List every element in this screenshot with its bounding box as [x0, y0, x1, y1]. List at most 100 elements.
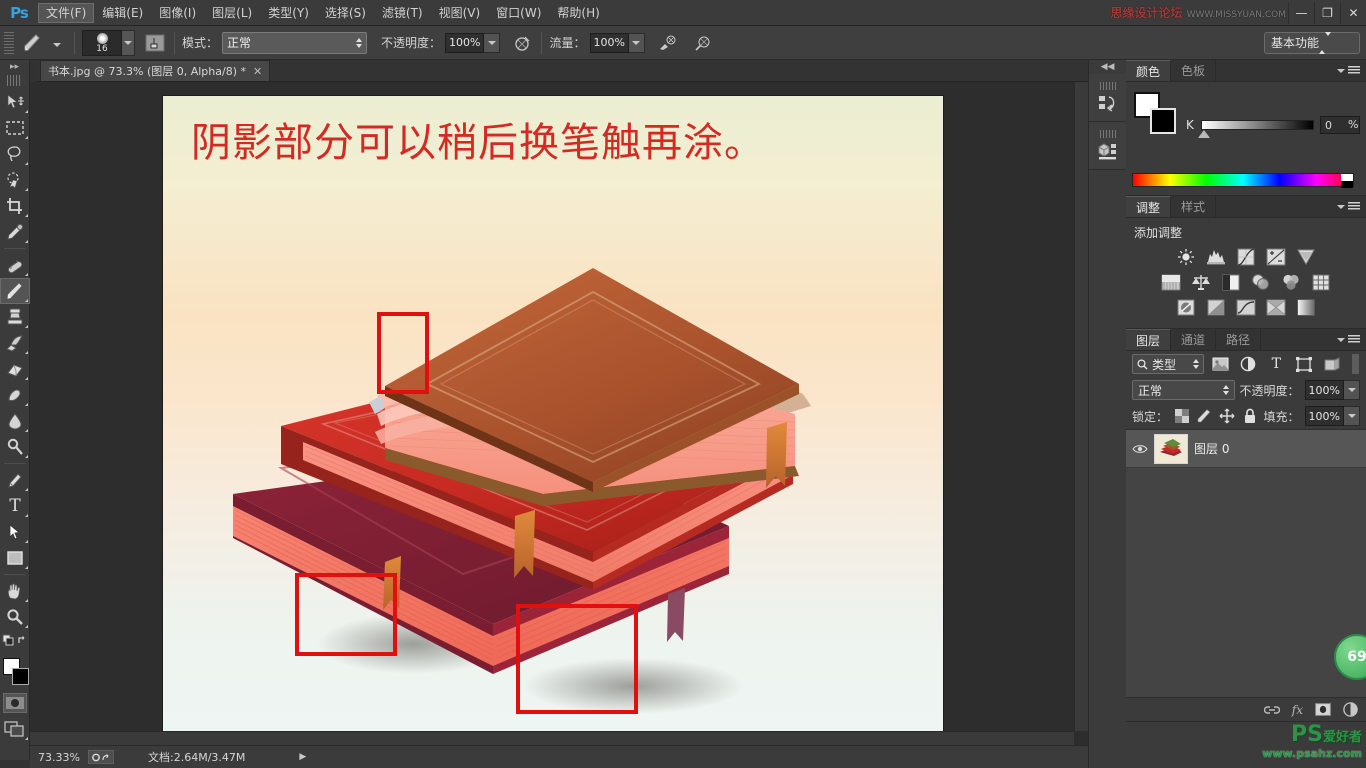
history-brush-tool[interactable]: [0, 330, 30, 356]
pixel-layer-filter-icon[interactable]: [1210, 354, 1232, 374]
status-expand-arrow-icon[interactable]: ▶: [299, 752, 306, 762]
pressure-size-icon[interactable]: [691, 31, 715, 55]
airbrush-icon[interactable]: [655, 31, 679, 55]
levels-icon[interactable]: [1205, 247, 1227, 267]
add-layer-mask-icon[interactable]: [1315, 703, 1331, 716]
smart-object-filter-icon[interactable]: [1321, 354, 1343, 374]
pressure-opacity-icon[interactable]: [510, 31, 534, 55]
horizontal-type-tool[interactable]: T: [0, 493, 30, 519]
canvas-area[interactable]: 阴影部分可以稍后换笔触再涂。: [30, 82, 1088, 745]
zoom-level[interactable]: 73.33%: [38, 751, 82, 764]
tab-styles[interactable]: 样式: [1171, 196, 1217, 217]
close-button[interactable]: ✕: [1340, 1, 1366, 24]
lock-transparent-pixels-icon[interactable]: [1173, 406, 1191, 426]
exposure-icon[interactable]: [1265, 247, 1287, 267]
color-spectrum-ramp[interactable]: [1132, 173, 1354, 188]
layer-fill-value[interactable]: 100%: [1304, 406, 1344, 426]
lasso-tool[interactable]: [0, 141, 30, 167]
crop-tool[interactable]: [0, 193, 30, 219]
canvas-horizontal-scrollbar[interactable]: [30, 731, 1074, 745]
path-selection-tool[interactable]: [0, 519, 30, 545]
document-tab[interactable]: 书本.jpg @ 73.3% (图层 0, Alpha/8) * ✕: [40, 60, 271, 81]
tab-color[interactable]: 颜色: [1126, 60, 1172, 81]
flow-control[interactable]: 100%: [589, 32, 645, 53]
eyedropper-tool[interactable]: [0, 219, 30, 245]
layers-list[interactable]: 图层 0: [1126, 429, 1366, 697]
options-bar-grip[interactable]: [4, 31, 14, 54]
selective-color-icon[interactable]: [1295, 297, 1317, 317]
rectangle-tool[interactable]: [0, 545, 30, 571]
restore-button[interactable]: ❐: [1314, 1, 1340, 24]
tools-grip[interactable]: [7, 75, 22, 86]
color-panel-menu-button[interactable]: [1337, 60, 1366, 81]
layer-opacity-dropdown[interactable]: [1344, 380, 1360, 400]
layers-panel-menu-button[interactable]: [1337, 329, 1366, 350]
pen-tool[interactable]: [0, 467, 30, 493]
posterize-icon[interactable]: [1205, 297, 1227, 317]
workspace-select[interactable]: 基本功能: [1264, 31, 1360, 54]
threshold-icon[interactable]: [1235, 297, 1257, 317]
tab-layers[interactable]: 图层: [1126, 329, 1172, 350]
lock-position-icon[interactable]: [1218, 406, 1236, 426]
layer-style-fx-icon[interactable]: fx: [1292, 703, 1303, 717]
tab-paths[interactable]: 路径: [1216, 329, 1262, 350]
opacity-control[interactable]: 100%: [445, 32, 501, 53]
hand-tool[interactable]: [0, 578, 30, 604]
layer-row[interactable]: 图层 0: [1126, 430, 1366, 468]
type-layer-filter-icon[interactable]: T: [1265, 354, 1287, 374]
brush-size-box[interactable]: 16: [82, 29, 122, 56]
screen-mode-icon[interactable]: [0, 716, 30, 742]
hue-saturation-icon[interactable]: [1160, 272, 1182, 292]
black-white-icon[interactable]: [1220, 272, 1242, 292]
clone-stamp-tool[interactable]: [0, 304, 30, 330]
expand-panels-button[interactable]: ◀◀: [1089, 60, 1126, 74]
image-canvas[interactable]: 阴影部分可以稍后换笔触再涂。: [163, 96, 943, 734]
lock-image-pixels-icon[interactable]: [1196, 406, 1214, 426]
menu-select[interactable]: 选择(S): [317, 3, 374, 23]
3d-panel-icon[interactable]: [1089, 122, 1127, 170]
quick-selection-tool[interactable]: [0, 167, 30, 193]
menu-edit[interactable]: 编辑(E): [94, 3, 151, 23]
layer-name[interactable]: 图层 0: [1194, 440, 1229, 457]
opacity-value[interactable]: 100%: [445, 32, 485, 53]
layer-thumbnail[interactable]: [1154, 433, 1188, 464]
color-swatches[interactable]: [0, 656, 30, 690]
flow-value[interactable]: 100%: [589, 32, 629, 53]
curves-icon[interactable]: [1235, 247, 1257, 267]
history-panel-icon[interactable]: [1089, 74, 1127, 122]
layer-fill-dropdown[interactable]: [1344, 406, 1360, 426]
k-channel-slider[interactable]: [1201, 120, 1314, 130]
gradient-map-icon[interactable]: [1265, 297, 1287, 317]
layer-opacity-value[interactable]: 100%: [1304, 380, 1344, 400]
background-color-swatch[interactable]: [1150, 108, 1176, 134]
layer-visibility-icon[interactable]: [1132, 443, 1148, 455]
menu-window[interactable]: 窗口(W): [488, 3, 549, 23]
blend-mode-select[interactable]: 正常: [222, 31, 368, 54]
toggle-brush-panel-icon[interactable]: [143, 31, 167, 55]
layer-opacity-control[interactable]: 100%: [1304, 380, 1360, 400]
shape-layer-filter-icon[interactable]: [1293, 354, 1315, 374]
menu-filter[interactable]: 滤镜(T): [374, 3, 431, 23]
dodge-tool[interactable]: [0, 434, 30, 460]
brush-preset-dropdown[interactable]: [47, 36, 67, 50]
link-layers-icon[interactable]: [1263, 704, 1280, 716]
opacity-dropdown[interactable]: [484, 32, 501, 53]
tab-swatches[interactable]: 色板: [1171, 60, 1217, 81]
rectangular-marquee-tool[interactable]: [0, 115, 30, 141]
new-adjustment-layer-icon[interactable]: [1343, 702, 1358, 717]
brightness-contrast-icon[interactable]: [1175, 247, 1197, 267]
ramp-white-black-end[interactable]: [1341, 174, 1353, 188]
layer-fill-control[interactable]: 100%: [1304, 406, 1360, 426]
menu-image[interactable]: 图像(I): [151, 3, 204, 23]
menu-help[interactable]: 帮助(H): [549, 3, 607, 23]
menu-layer[interactable]: 图层(L): [204, 3, 260, 23]
layer-filter-type-select[interactable]: 类型: [1132, 354, 1204, 374]
tools-collapse-button[interactable]: ▸▸: [0, 60, 29, 74]
close-icon[interactable]: ✕: [253, 65, 262, 78]
layer-filter-toggle[interactable]: [1351, 353, 1360, 375]
photo-filter-icon[interactable]: [1250, 272, 1272, 292]
flow-dropdown[interactable]: [628, 32, 645, 53]
default-colors-icon[interactable]: [0, 630, 30, 652]
layer-blend-mode-select[interactable]: 正常: [1132, 380, 1235, 400]
brush-size-stepper[interactable]: 16: [82, 29, 135, 56]
